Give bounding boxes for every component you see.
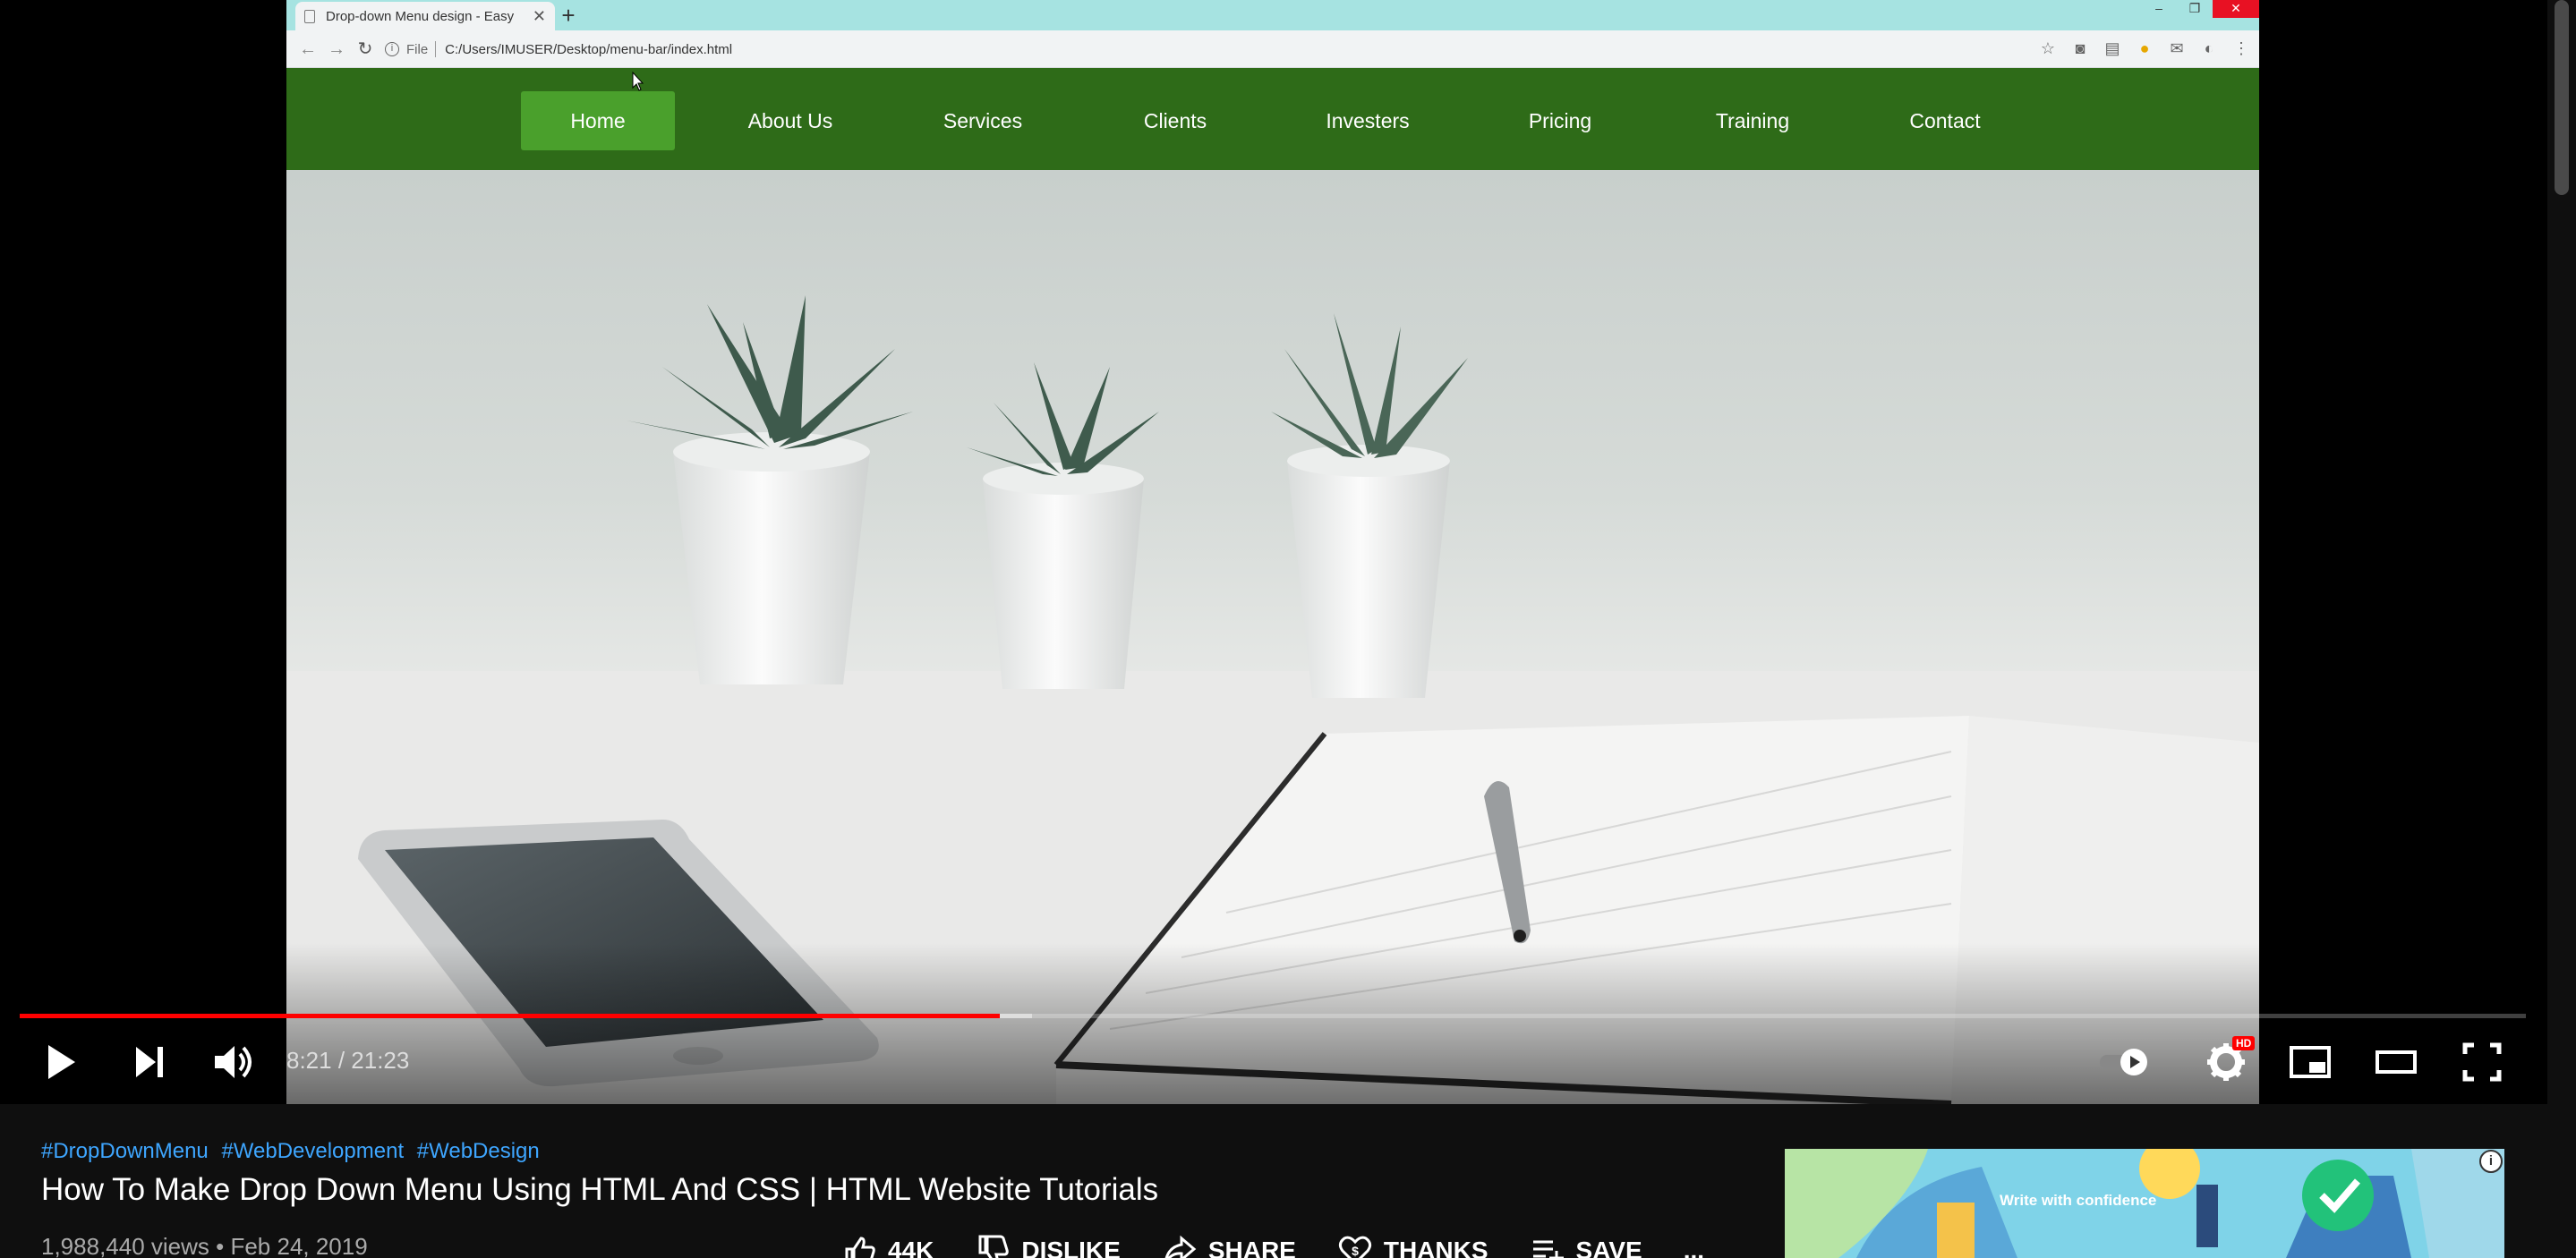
browser-address-bar: ← → ↻ i File C:/Users/IMUSER/Desktop/men… <box>286 30 2259 68</box>
plant-pot-2 <box>967 362 1159 689</box>
next-icon[interactable] <box>125 1038 174 1086</box>
site-navigation: Home About Us Services Clients Investers… <box>286 68 2259 170</box>
save-label: SAVE <box>1575 1237 1642 1258</box>
like-button[interactable]: 44K <box>841 1233 934 1258</box>
miniplayer-icon[interactable] <box>2286 1038 2334 1086</box>
ad-banner[interactable]: Write with confidence i <box>1785 1149 2504 1258</box>
ad-info-icon[interactable]: i <box>2479 1150 2503 1173</box>
progress-bar[interactable] <box>20 1014 2526 1018</box>
played-bar <box>20 1014 1000 1018</box>
new-tab-icon: + <box>561 2 576 29</box>
browser-tab: Drop-down Menu design - Easy ✕ <box>295 2 555 30</box>
controls-gradient <box>0 943 2547 1104</box>
browser-tab-title: Drop-down Menu design - Easy <box>326 8 515 24</box>
profile-icon: ◐ <box>2204 39 2214 57</box>
svg-text:$: $ <box>1352 1244 1359 1258</box>
camera-icon: ◙ <box>2075 39 2086 57</box>
extension-icons: ☆ ◙ ▤ ● ✉ ◐ ⋮ <box>2039 39 2250 57</box>
video-player[interactable]: Drop-down Menu design - Easy ✕ + – ❐ ✕ ←… <box>0 0 2547 1104</box>
share-icon <box>1164 1235 1197 1258</box>
document-icon <box>304 9 315 23</box>
ad-text: Write with confidence <box>2000 1192 2157 1209</box>
share-button[interactable]: SHARE <box>1162 1233 1296 1258</box>
menu-dots-icon: ⋮ <box>2233 39 2249 57</box>
hashtag-link[interactable]: #DropDownMenu <box>41 1139 209 1163</box>
divider <box>435 41 437 57</box>
nav-item-clients: Clients <box>1143 109 1207 132</box>
thanks-button[interactable]: $ THANKS <box>1337 1233 1488 1258</box>
volume-icon[interactable] <box>208 1038 256 1086</box>
hashtag-link[interactable]: #WebDevelopment <box>221 1139 404 1163</box>
omnibox: i File C:/Users/IMUSER/Desktop/menu-bar/… <box>385 36 2121 63</box>
plant-pot-1 <box>627 295 913 684</box>
scrollbar-thumb[interactable] <box>2555 0 2569 195</box>
bell-icon: ● <box>2139 39 2150 57</box>
page-scrollbar[interactable] <box>2547 0 2576 1258</box>
theater-mode-icon[interactable] <box>2372 1038 2420 1086</box>
mail-icon: ✉ <box>2170 39 2184 57</box>
nav-item-about-us: About Us <box>747 109 833 132</box>
nav-item-services: Services <box>943 109 1023 132</box>
window-close-icon: ✕ <box>2213 0 2259 18</box>
youtube-watch-page: Drop-down Menu design - Easy ✕ + – ❐ ✕ ←… <box>0 0 2576 1258</box>
nav-item-pricing: Pricing <box>1528 109 1592 132</box>
more-actions-button[interactable]: ... <box>1684 1233 1704 1258</box>
thanks-heart-icon: $ <box>1338 1236 1371 1258</box>
thumbs-up-icon <box>845 1237 875 1258</box>
nav-item-home: Home <box>521 91 675 150</box>
add-to-playlist-icon <box>1532 1240 1564 1258</box>
back-icon: ← <box>299 39 317 59</box>
cast-icon: ▤ <box>2104 39 2120 57</box>
restore-icon: ❐ <box>2188 1 2201 15</box>
save-button[interactable]: SAVE <box>1530 1233 1642 1258</box>
like-count: 44K <box>888 1237 934 1258</box>
autoplay-toggle[interactable] <box>2100 1047 2148 1077</box>
plant-pot-3 <box>1271 313 1468 698</box>
info-icon: i <box>385 42 399 56</box>
hashtag-link[interactable]: #WebDesign <box>417 1139 540 1163</box>
url-text: C:/Users/IMUSER/Desktop/menu-bar/index.h… <box>445 41 733 57</box>
time-display: 8:21 / 21:23 <box>286 1047 410 1074</box>
nav-item-training: Training <box>1715 109 1790 132</box>
browser-tab-strip: Drop-down Menu design - Easy ✕ + – ❐ ✕ <box>286 0 2259 30</box>
video-meta: 1,988,440 views • Feb 24, 2019 <box>41 1233 368 1258</box>
dislike-button[interactable]: DISLIKE <box>975 1233 1121 1258</box>
star-icon: ☆ <box>2040 39 2056 57</box>
hd-badge: HD <box>2232 1036 2256 1050</box>
reload-icon: ↻ <box>357 39 373 59</box>
dislike-label: DISLIKE <box>1021 1237 1121 1258</box>
share-label: SHARE <box>1207 1237 1296 1258</box>
close-icon: ✕ <box>532 6 546 25</box>
hashtags: #DropDownMenu #WebDevelopment #WebDesign <box>41 1139 547 1164</box>
window-controls: – ❐ ✕ <box>2141 0 2259 18</box>
file-label: File <box>406 41 429 57</box>
more-icon: ... <box>1683 1237 1705 1258</box>
thumbs-down-icon <box>978 1235 1010 1258</box>
video-frame: Drop-down Menu design - Easy ✕ + – ❐ ✕ ←… <box>286 0 2259 1104</box>
minimize-icon: – <box>2155 1 2162 15</box>
nav-item-contact: Contact <box>1909 109 1981 132</box>
mouse-cursor-icon <box>632 72 644 91</box>
play-icon[interactable] <box>36 1038 84 1086</box>
thanks-label: THANKS <box>1383 1237 1488 1258</box>
nav-item-investers: Investers <box>1326 109 1410 132</box>
video-title: How To Make Drop Down Menu Using HTML An… <box>41 1172 1159 1207</box>
fullscreen-icon[interactable] <box>2458 1038 2506 1086</box>
action-bar: 44K DISLIKE SHARE $ THANKS SAVE ... <box>841 1233 1745 1258</box>
forward-icon: → <box>328 39 345 59</box>
